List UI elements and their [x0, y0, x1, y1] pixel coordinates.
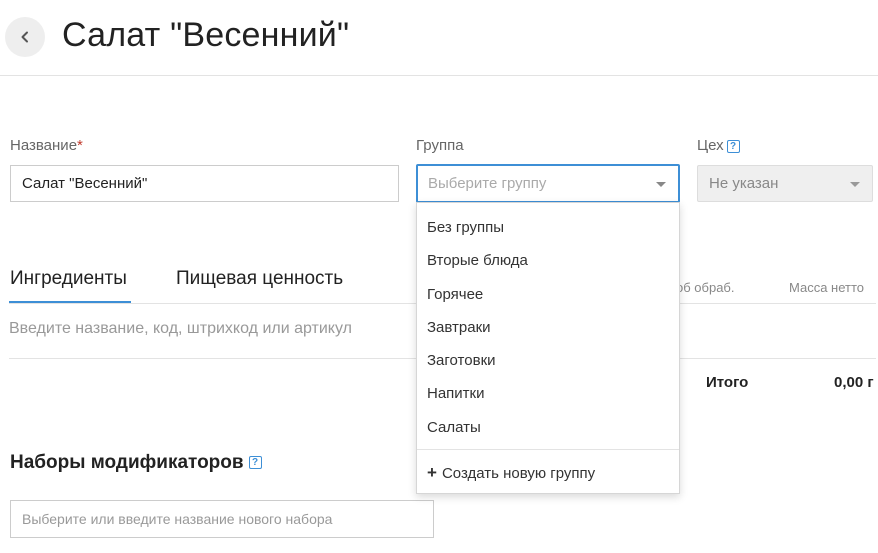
group-dropdown-menu: Без группы Вторые блюда Горячее Завтраки… [416, 202, 680, 494]
caret-down-icon [850, 181, 860, 187]
group-label: Группа [416, 137, 464, 154]
caret-down-icon [656, 181, 666, 187]
name-input[interactable]: Салат "Весенний" [10, 165, 399, 202]
dropdown-item-hot[interactable]: Горячее [427, 286, 483, 303]
tab-nutrition[interactable]: Пищевая ценность [176, 268, 343, 290]
dropdown-item-second-courses[interactable]: Вторые блюда [427, 252, 528, 269]
create-group-button[interactable]: + Создать новую группу [427, 463, 595, 483]
modifiers-input[interactable]: Выберите или введите название нового наб… [10, 500, 434, 538]
dropdown-item-salads[interactable]: Салаты [427, 419, 481, 436]
modifiers-input-placeholder: Выберите или введите название нового наб… [22, 511, 333, 527]
dropdown-item-drinks[interactable]: Напитки [427, 385, 485, 402]
workshop-select-value: Не указан [709, 175, 779, 192]
name-label: Название* [10, 137, 83, 154]
page-title: Салат "Весенний" [62, 16, 350, 54]
page-header: Салат "Весенний" [0, 0, 878, 76]
question-icon[interactable]: ? [248, 456, 262, 470]
name-input-value: Салат "Весенний" [22, 175, 148, 192]
total-label: Итого [706, 374, 749, 391]
question-icon[interactable]: ? [726, 139, 740, 153]
group-select[interactable]: Выберите группу [416, 164, 680, 203]
back-button[interactable] [5, 17, 45, 57]
dropdown-item-no-group[interactable]: Без группы [427, 219, 504, 236]
total-value: 0,00 г [834, 374, 874, 391]
required-mark: * [77, 137, 83, 154]
modifiers-title: Наборы модификаторов? [10, 452, 262, 474]
workshop-label: Цех? [697, 137, 740, 154]
plus-icon: + [427, 463, 437, 482]
tab-ingredients[interactable]: Ингредиенты [10, 268, 127, 290]
chevron-left-icon [21, 31, 28, 43]
workshop-label-text: Цех [697, 137, 724, 154]
dropdown-item-preparations[interactable]: Заготовки [427, 352, 496, 369]
dropdown-item-breakfasts[interactable]: Завтраки [427, 319, 491, 336]
modifiers-title-text: Наборы модификаторов [10, 452, 244, 473]
dropdown-divider [417, 449, 679, 450]
create-group-label: Создать новую группу [441, 465, 596, 482]
column-header-processing: об обраб. [676, 280, 735, 295]
name-label-text: Название [10, 137, 78, 154]
column-header-net-weight: Масса нетто [789, 280, 865, 295]
ingredient-search-placeholder: Введите название, код, штрихкод или арти… [9, 320, 352, 337]
group-select-placeholder: Выберите группу [428, 175, 547, 192]
workshop-select[interactable]: Не указан [697, 165, 873, 202]
